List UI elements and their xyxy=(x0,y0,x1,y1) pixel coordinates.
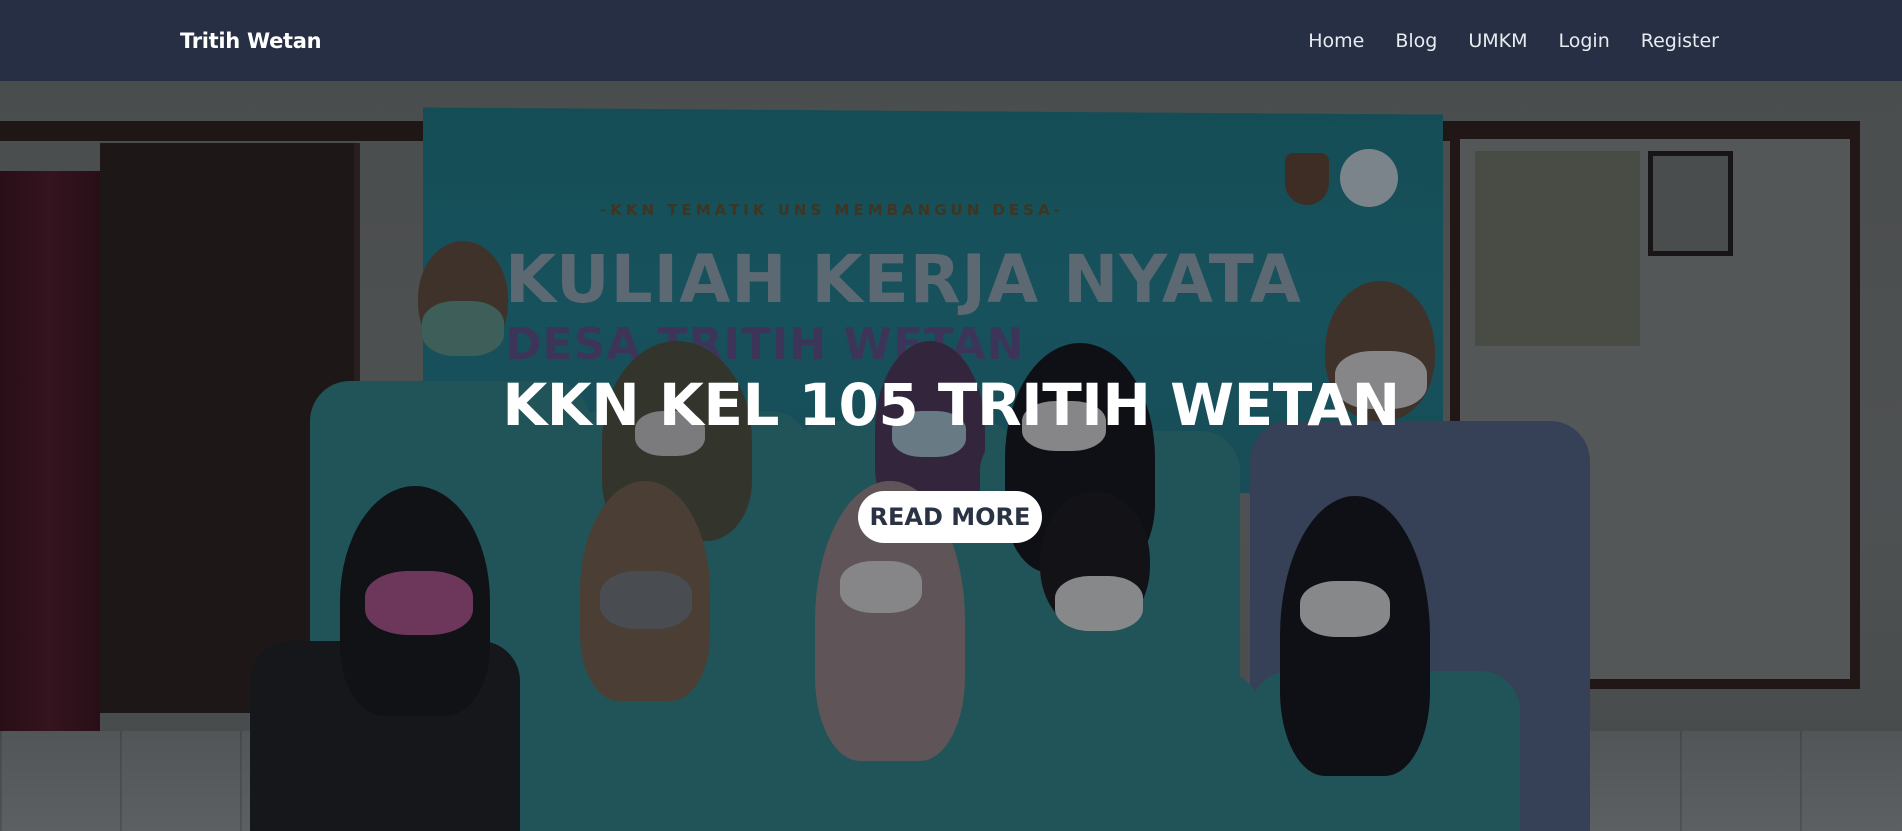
nav-link-login[interactable]: Login xyxy=(1559,30,1610,52)
hero-section: -KKN TEMATIK UNS MEMBANGUN DESA- KULIAH … xyxy=(0,81,1902,831)
read-more-button[interactable]: READ MORE xyxy=(858,491,1042,543)
brand-logo-link[interactable]: Tritih Wetan xyxy=(180,0,322,81)
nav-item-home: Home xyxy=(1308,30,1364,52)
nav-link-register[interactable]: Register xyxy=(1641,30,1719,52)
nav-item-register: Register xyxy=(1641,30,1719,52)
hero-content: KKN KEL 105 TRITIH WETAN READ MORE xyxy=(0,81,1902,831)
nav-link-umkm[interactable]: UMKM xyxy=(1468,30,1527,52)
nav-link-home[interactable]: Home xyxy=(1308,30,1364,52)
nav-item-umkm: UMKM xyxy=(1468,30,1527,52)
nav-item-login: Login xyxy=(1559,30,1610,52)
nav-item-blog: Blog xyxy=(1395,30,1437,52)
navbar: Tritih Wetan Home Blog UMKM Login Regist… xyxy=(0,0,1902,81)
hero-title: KKN KEL 105 TRITIH WETAN xyxy=(502,371,1400,439)
nav-link-blog[interactable]: Blog xyxy=(1395,30,1437,52)
nav-links: Home Blog UMKM Login Register xyxy=(1277,0,1719,81)
